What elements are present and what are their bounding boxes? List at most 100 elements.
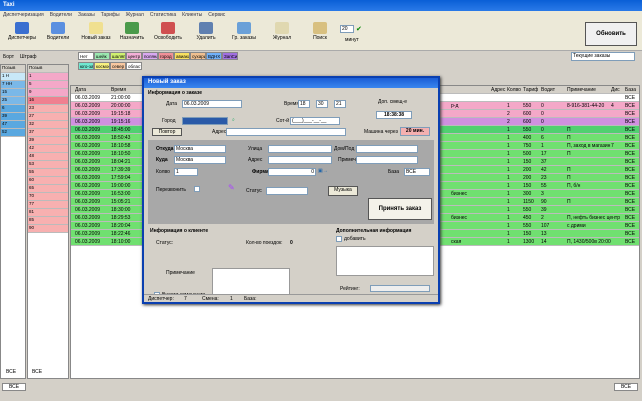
left2-row[interactable]: 37 xyxy=(28,129,68,137)
menu-item-2[interactable]: Заказы xyxy=(75,11,98,19)
category-1[interactable]: шейк xyxy=(94,52,110,60)
left2-row[interactable]: 55 xyxy=(28,169,68,177)
category-6[interactable]: авиакасс xyxy=(174,52,190,60)
toolbar-button-5[interactable]: Удалить xyxy=(188,22,224,41)
from-city-select[interactable]: Москва xyxy=(174,145,226,153)
category-7[interactable]: сухарики xyxy=(190,52,206,60)
extra-info-field[interactable] xyxy=(336,246,434,276)
toolbar-button-4[interactable]: Освободить xyxy=(150,22,186,41)
phone-field[interactable] xyxy=(182,117,228,125)
category-9[interactable]: ЗапСиб xyxy=(222,52,238,60)
toolbar-button-6[interactable]: Гр. заказы xyxy=(226,22,262,41)
category-4[interactable]: поляна xyxy=(142,52,158,60)
toolbar-button-1[interactable]: Водители xyxy=(40,22,76,41)
left2-row[interactable]: 77 xyxy=(28,201,68,209)
address-field[interactable] xyxy=(226,128,346,136)
left2-row[interactable]: 90 xyxy=(28,225,68,233)
category-10[interactable]: юго-запад xyxy=(78,62,94,70)
toolbar-button-3[interactable]: Назначить xyxy=(114,22,150,41)
base-select[interactable]: ВСЕ xyxy=(404,168,430,176)
menu-item-7[interactable]: Сервис xyxy=(205,11,228,19)
left1-row[interactable]: 15 xyxy=(1,89,25,97)
left1-row[interactable]: 6 xyxy=(1,105,25,113)
phone-search-icon[interactable]: ⌕ xyxy=(232,117,235,123)
tab-bort[interactable]: Борт xyxy=(3,54,14,60)
house-field[interactable] xyxy=(356,145,418,153)
left2-row[interactable]: 60 xyxy=(28,177,68,185)
orders-filter-select[interactable]: Текущие заказы xyxy=(571,52,635,61)
left2-row[interactable]: 48 xyxy=(28,153,68,161)
category-11[interactable]: космос xyxy=(94,62,110,70)
time-min[interactable]: 30 xyxy=(316,100,328,108)
grid-header-cell[interactable]: Дис xyxy=(611,87,620,93)
toolbar-button-8[interactable]: Поиск xyxy=(302,22,338,41)
grid-header-cell[interactable]: Колво xyxy=(507,87,521,93)
toolbar-button-0[interactable]: Диспетчеры xyxy=(4,22,40,41)
menu-item-4[interactable]: Журнал xyxy=(123,11,147,19)
left2-row[interactable]: 85 xyxy=(28,217,68,225)
grid-header-cell[interactable]: Дата xyxy=(75,87,86,93)
rating-slider[interactable] xyxy=(370,285,430,292)
menu-item-3[interactable]: Тарифы xyxy=(98,11,123,19)
left2-row[interactable]: 5 xyxy=(28,81,68,89)
grid-header-cell[interactable]: Адрес xyxy=(491,87,505,93)
add-checkbox[interactable] xyxy=(336,236,342,242)
grid-header-cell[interactable]: Время xyxy=(111,87,126,93)
left2-row[interactable]: 42 xyxy=(28,145,68,153)
left2-row[interactable]: 81 xyxy=(28,209,68,217)
category-13[interactable]: область xyxy=(126,62,142,70)
category-3[interactable]: центр xyxy=(126,52,142,60)
left1-row[interactable]: 39 xyxy=(1,113,25,121)
category-8[interactable]: ВДНХ xyxy=(206,52,222,60)
grid-header-cell[interactable]: База xyxy=(625,87,636,93)
status-select[interactable] xyxy=(266,187,308,195)
menu-item-1[interactable]: Водители xyxy=(47,11,75,19)
tariff-field[interactable]: 0 xyxy=(268,168,316,176)
left1-row[interactable]: 25 xyxy=(1,97,25,105)
music-button[interactable]: Музыка xyxy=(328,186,358,196)
category-12[interactable]: север xyxy=(110,62,126,70)
calc-icon[interactable]: ▣→ xyxy=(318,168,328,174)
to-city-select[interactable]: Москва xyxy=(174,156,226,164)
left2-row[interactable]: 32 xyxy=(28,121,68,129)
street-field[interactable] xyxy=(268,145,332,153)
date-field[interactable]: 06.03.2009 xyxy=(182,100,242,108)
menu-item-6[interactable]: Клиенты xyxy=(179,11,205,19)
left2-row[interactable]: 23 xyxy=(28,105,68,113)
left2-row[interactable]: 53 xyxy=(28,161,68,169)
time-hour[interactable]: 18 xyxy=(298,100,310,108)
accept-order-button[interactable]: Принять заказ xyxy=(368,198,432,220)
left1-row[interactable]: 7 НН xyxy=(1,81,25,89)
left2-row[interactable]: 27 xyxy=(28,113,68,121)
grid-header-cell[interactable]: Примечание xyxy=(567,87,596,93)
color-picker-icon[interactable]: ✎ xyxy=(228,183,235,192)
cell-field[interactable]: (___)___-__-__ xyxy=(290,117,340,125)
left2-row[interactable]: 9 xyxy=(28,89,68,97)
left2-row[interactable]: 16 xyxy=(28,97,68,105)
category-5[interactable]: город xyxy=(158,52,174,60)
category-0[interactable]: Нет xyxy=(78,52,94,60)
grid-header-cell[interactable]: Тариф xyxy=(523,87,538,93)
menu-item-0[interactable]: Диспетчеризация xyxy=(0,11,47,19)
qty-field[interactable]: 1 xyxy=(174,168,198,176)
left1-row[interactable]: 52 xyxy=(1,129,25,137)
tab-fine[interactable]: Штраф xyxy=(20,54,37,60)
toolbar-button-2[interactable]: Новый заказ xyxy=(78,22,114,41)
timer-input[interactable]: 20 xyxy=(340,25,354,33)
left1-row[interactable]: 47 xyxy=(1,121,25,129)
drivers-list-right[interactable]: Позыв 1 5 9 16 23 27 32 37 39 42 48 53 55 60 65 70 77 81 8… xyxy=(27,64,69,379)
drivers-list-left[interactable]: Позыв 1 Н7 НН 15 25 6 39 47 52 xyxy=(0,64,26,379)
left2-row[interactable]: 1 xyxy=(28,73,68,81)
refresh-button[interactable]: Обновить xyxy=(585,22,637,46)
confirm-icon[interactable]: ✔ xyxy=(356,25,362,33)
left2-row[interactable]: 65 xyxy=(28,185,68,193)
left2-row[interactable]: 39 xyxy=(28,137,68,145)
menu-item-5[interactable]: Статистика xyxy=(147,11,179,19)
to-address-field[interactable] xyxy=(268,156,332,164)
time-sec[interactable]: 21 xyxy=(334,100,346,108)
recall-checkbox[interactable] xyxy=(194,186,200,192)
category-2[interactable]: шаляп xyxy=(110,52,126,60)
left1-row[interactable]: 1 Н xyxy=(1,73,25,81)
repeat-button[interactable]: Повтор xyxy=(152,128,182,136)
left2-row[interactable]: 70 xyxy=(28,193,68,201)
